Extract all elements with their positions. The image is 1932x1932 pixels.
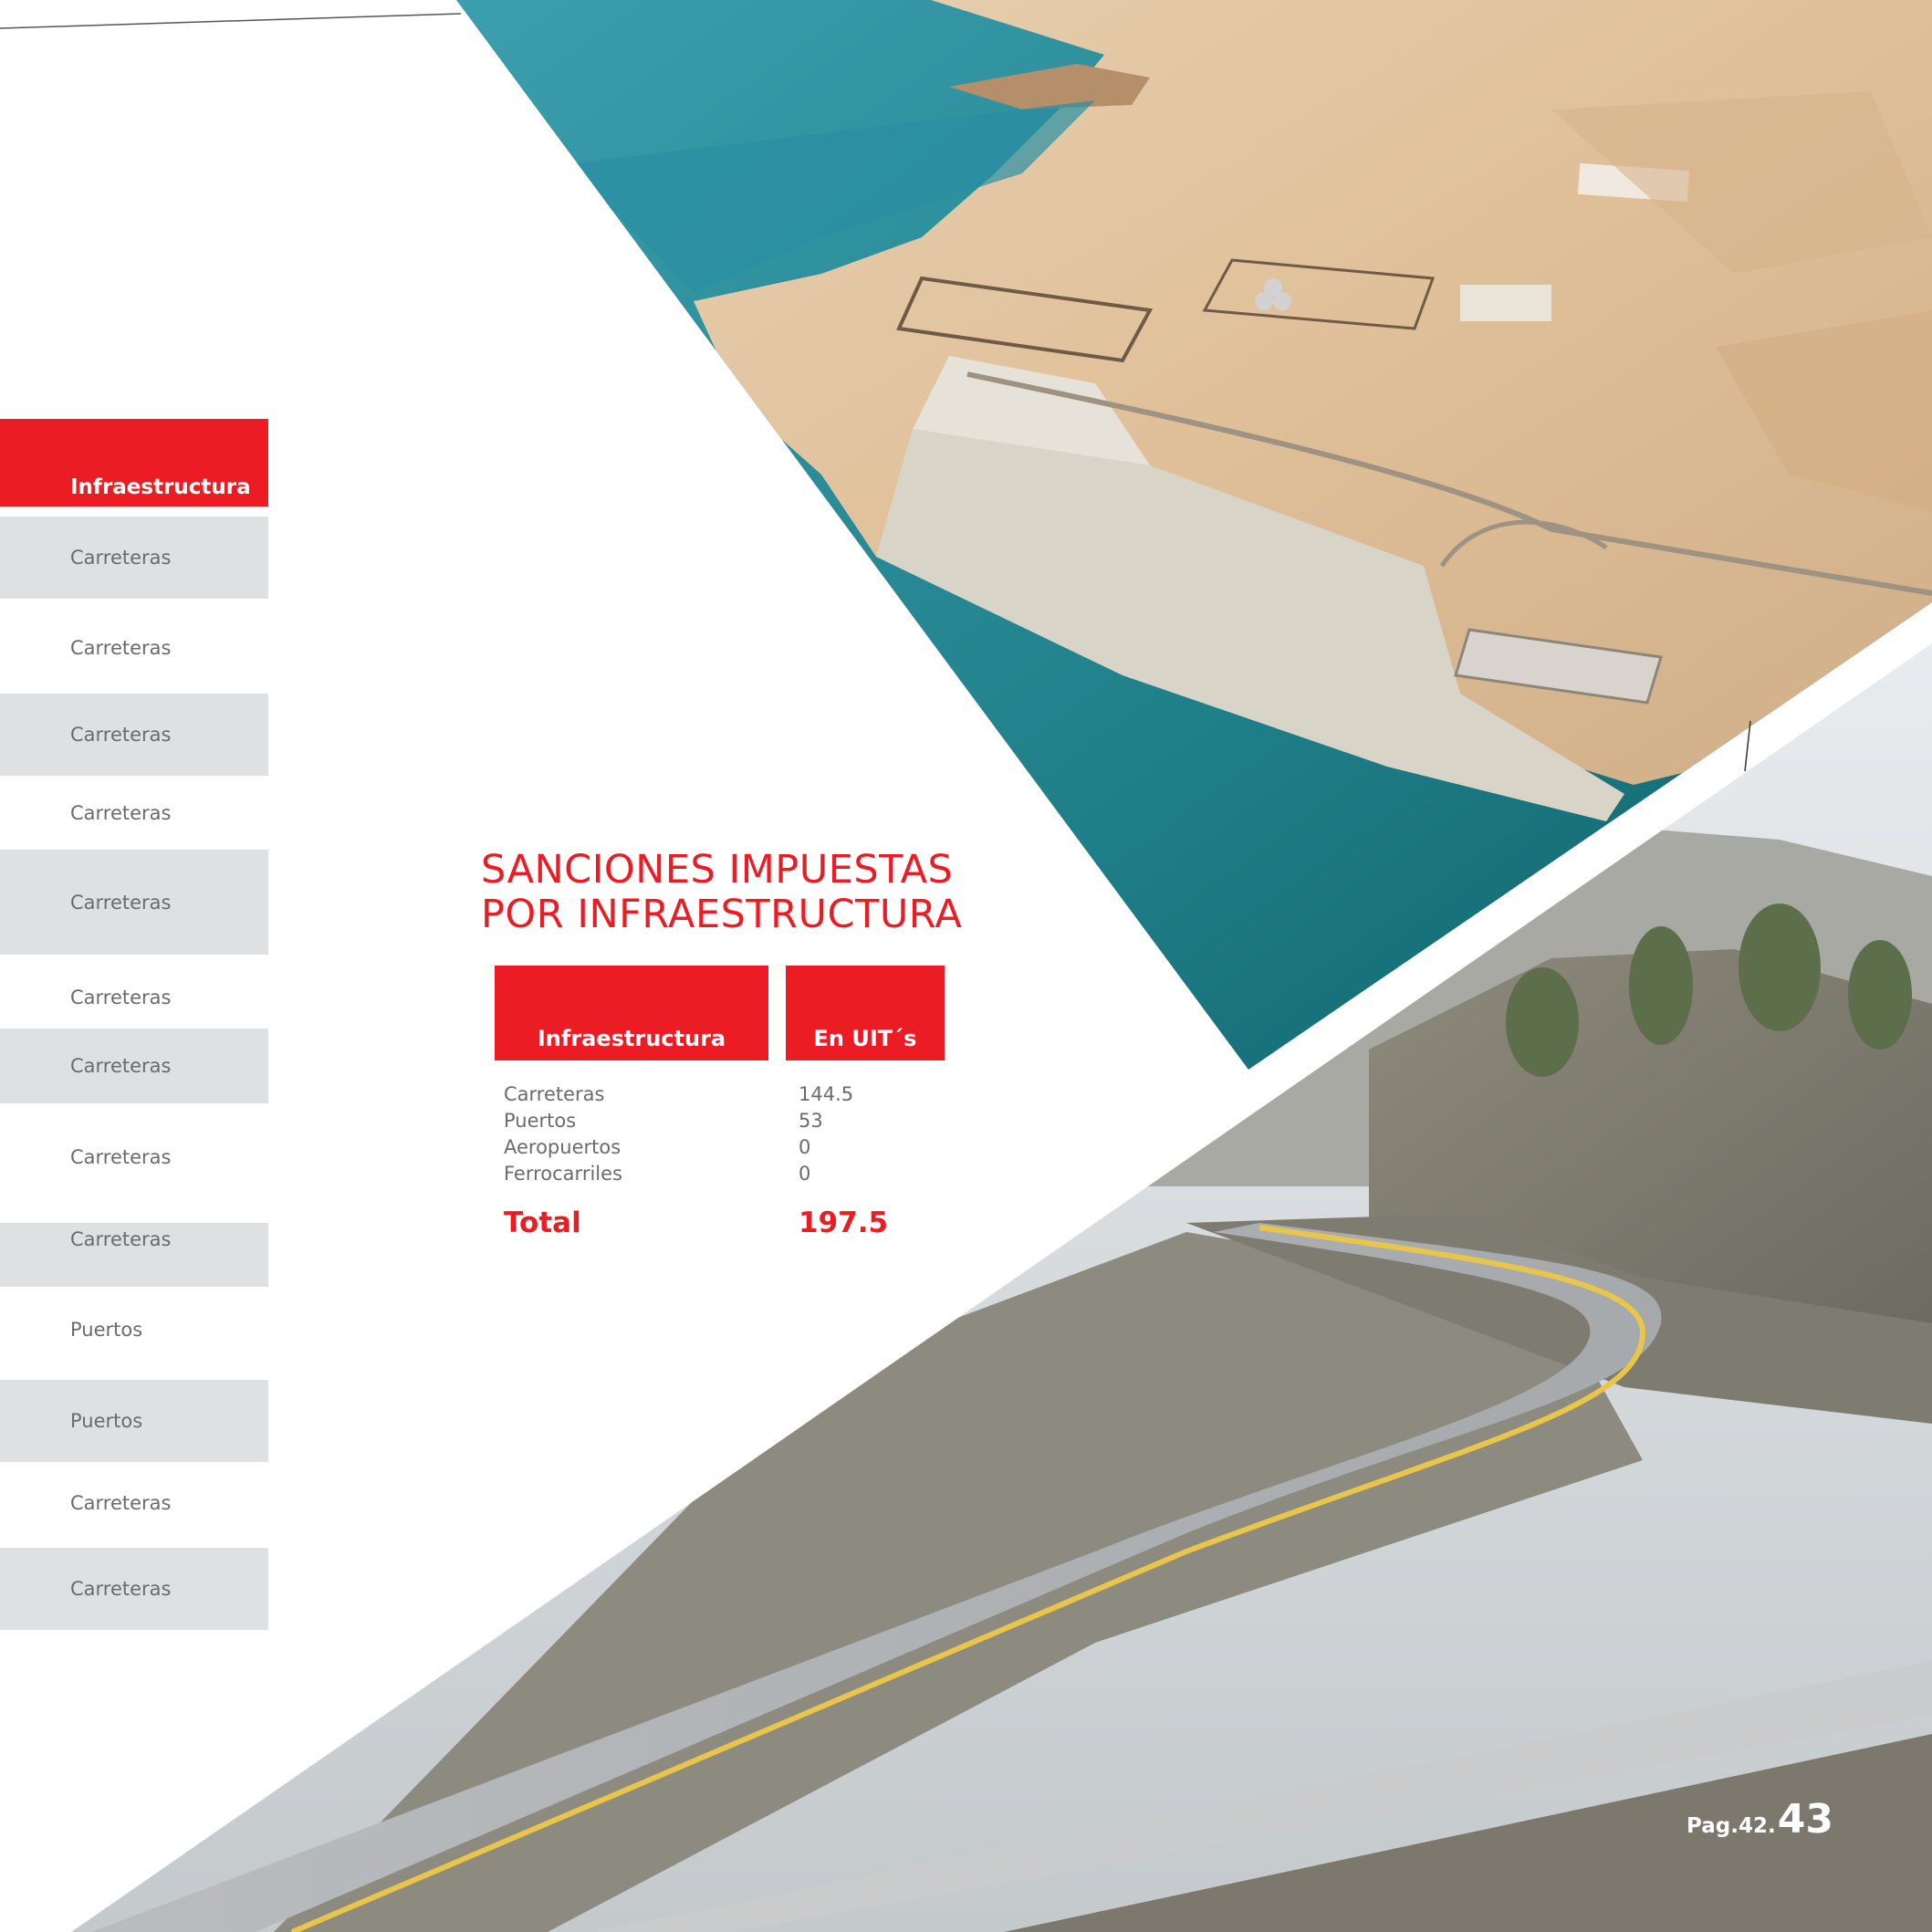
sidebar-item: Carreteras bbox=[0, 1029, 268, 1103]
road-photo bbox=[71, 643, 1932, 1932]
table-total-value: 197.5 bbox=[799, 1206, 889, 1239]
table-cell-name: Aeropuertos bbox=[504, 1136, 621, 1158]
sidebar-item-label: Carreteras bbox=[70, 724, 172, 746]
section-title: SANCIONES IMPUESTAS POR INFRAESTRUCTURA bbox=[481, 848, 962, 937]
table-header-label: En UIT´s bbox=[813, 1026, 917, 1051]
report-page: Infraestructura Carreteras Carreteras Ca… bbox=[0, 0, 1932, 1932]
table-total-label: Total bbox=[504, 1206, 581, 1239]
sidebar-item: Carreteras bbox=[0, 517, 268, 599]
sidebar-item-label: Carreteras bbox=[70, 1578, 172, 1600]
sidebar-item-label: Carreteras bbox=[70, 802, 172, 824]
sidebar-item: Carreteras bbox=[0, 599, 268, 697]
table-cell-value: 144.5 bbox=[799, 1083, 854, 1105]
sidebar-item-label: Carreteras bbox=[70, 547, 172, 569]
table-header-label: Infraestructura bbox=[537, 1026, 726, 1051]
table-cell-name: Carreteras bbox=[504, 1083, 605, 1105]
table-cell-name: Puertos bbox=[504, 1110, 577, 1132]
sidebar-item: Puertos bbox=[0, 1380, 268, 1462]
table-cell-value: 53 bbox=[799, 1110, 823, 1132]
page-number: Pag.42. 43 bbox=[1687, 1796, 1833, 1843]
sidebar-item: Carreteras bbox=[0, 850, 268, 955]
background-photos bbox=[0, 0, 1932, 1932]
section-title-line2: POR INFRAESTRUCTURA bbox=[481, 892, 963, 937]
sidebar-item: Carreteras bbox=[0, 1548, 268, 1630]
sidebar-item: Carreteras bbox=[0, 694, 268, 776]
sidebar-item: Puertos bbox=[0, 1287, 268, 1373]
sidebar-item-label: Puertos bbox=[70, 1410, 143, 1432]
table-header-infraestructura: Infraestructura bbox=[495, 966, 768, 1060]
sidebar-item-label: Puertos bbox=[70, 1319, 143, 1341]
section-title-line1: SANCIONES IMPUESTAS bbox=[481, 847, 954, 893]
table-cell-value: 0 bbox=[799, 1163, 811, 1185]
page-number-prefix: Pag.42. bbox=[1687, 1814, 1776, 1838]
sidebar-item: Carreteras bbox=[0, 955, 268, 1040]
sidebar-item-label: Carreteras bbox=[70, 987, 172, 1008]
page-number-main: 43 bbox=[1777, 1796, 1833, 1843]
sidebar-item: Carreteras bbox=[0, 1462, 268, 1544]
sidebar-item-label: Carreteras bbox=[70, 637, 172, 659]
sidebar-header-label: Infraestructura bbox=[70, 475, 251, 499]
sidebar-item-label: Carreteras bbox=[70, 1492, 172, 1514]
sidebar-item-label: Carreteras bbox=[70, 891, 172, 914]
sidebar-item-label: Carreteras bbox=[70, 1228, 172, 1250]
sidebar-header: Infraestructura bbox=[0, 419, 268, 506]
sidebar-item-label: Carreteras bbox=[70, 1055, 172, 1077]
table-cell-value: 0 bbox=[799, 1136, 811, 1158]
sidebar-item-label: Carreteras bbox=[70, 1146, 172, 1168]
table-header-uit: En UIT´s bbox=[786, 966, 945, 1060]
sidebar-item: Carreteras bbox=[0, 776, 268, 851]
table-cell-name: Ferrocarriles bbox=[504, 1163, 622, 1185]
sidebar-item: Carreteras bbox=[0, 1223, 268, 1287]
sidebar-item: Carreteras bbox=[0, 1103, 268, 1211]
